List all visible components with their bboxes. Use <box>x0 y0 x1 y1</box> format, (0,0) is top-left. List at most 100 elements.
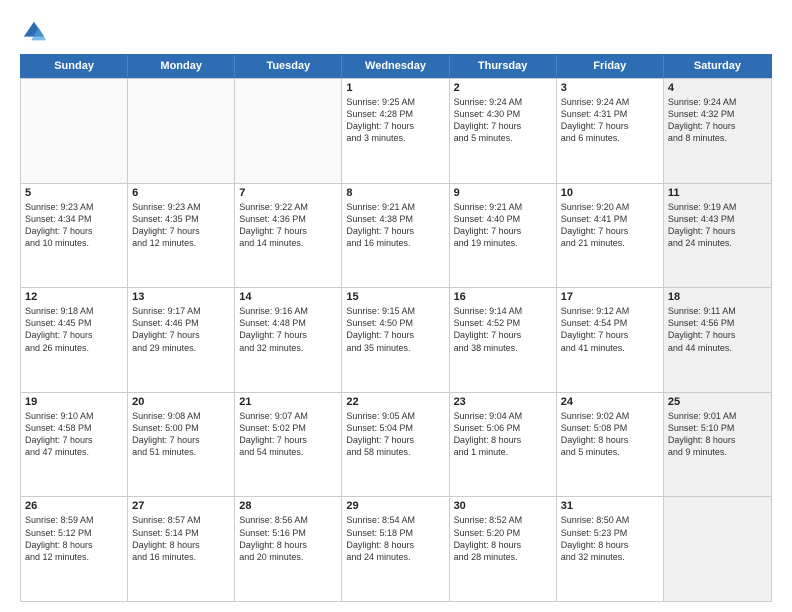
calendar-header-row: SundayMondayTuesdayWednesdayThursdayFrid… <box>20 54 772 78</box>
calendar-day-empty <box>21 79 128 183</box>
calendar-day-18: 18Sunrise: 9:11 AM Sunset: 4:56 PM Dayli… <box>664 288 771 392</box>
day-content: Sunrise: 8:54 AM Sunset: 5:18 PM Dayligh… <box>346 514 444 563</box>
day-number: 28 <box>239 500 337 512</box>
logo-icon <box>20 18 48 46</box>
page: SundayMondayTuesdayWednesdayThursdayFrid… <box>0 0 792 612</box>
day-content: Sunrise: 9:16 AM Sunset: 4:48 PM Dayligh… <box>239 305 337 354</box>
calendar-week-2: 5 Sunrise: 9:23 AM Sunset: 4:34 PM Daylig… <box>21 183 771 288</box>
calendar-day-5: 5 Sunrise: 9:23 AM Sunset: 4:34 PM Daylig… <box>21 184 128 288</box>
calendar-day-22: 22 Sunrise: 9:05 AM Sunset: 5:04 PM Dayli… <box>342 393 449 497</box>
day-content: Sunrise: 9:02 AM Sunset: 5:08 PM Dayligh… <box>561 410 659 459</box>
calendar-week-1: 1Sunrise: 9:25 AM Sunset: 4:28 PM Daylig… <box>21 78 771 183</box>
day-content: Sunrise: 9:05 AM Sunset: 5:04 PM Dayligh… <box>346 410 444 459</box>
day-content: Sunrise: 8:57 AM Sunset: 5:14 PM Dayligh… <box>132 514 230 563</box>
day-content: Sunrise: 9:18 AM Sunset: 4:45 PM Dayligh… <box>25 305 123 354</box>
day-number: 15 <box>346 291 444 303</box>
day-number: 7 <box>239 187 337 199</box>
day-content: Sunrise: 9:24 AM Sunset: 4:31 PM Dayligh… <box>561 96 659 145</box>
day-number: 5 <box>25 187 123 199</box>
calendar-day-23: 23Sunrise: 9:04 AM Sunset: 5:06 PM Dayli… <box>450 393 557 497</box>
calendar-day-30: 30 Sunrise: 8:52 AM Sunset: 5:20 PM Dayli… <box>450 497 557 601</box>
day-number: 3 <box>561 82 659 94</box>
calendar-day-26: 26 Sunrise: 8:59 AM Sunset: 5:12 PM Dayli… <box>21 497 128 601</box>
calendar-day-21: 21Sunrise: 9:07 AM Sunset: 5:02 PM Dayli… <box>235 393 342 497</box>
day-number: 4 <box>668 82 767 94</box>
day-content: Sunrise: 9:10 AM Sunset: 4:58 PM Dayligh… <box>25 410 123 459</box>
calendar-week-4: 19 Sunrise: 9:10 AM Sunset: 4:58 PM Dayli… <box>21 392 771 497</box>
calendar-day-3: 3 Sunrise: 9:24 AM Sunset: 4:31 PM Daylig… <box>557 79 664 183</box>
day-content: Sunrise: 9:01 AM Sunset: 5:10 PM Dayligh… <box>668 410 767 459</box>
day-content: Sunrise: 9:21 AM Sunset: 4:40 PM Dayligh… <box>454 201 552 250</box>
header <box>20 18 772 46</box>
calendar-day-11: 11Sunrise: 9:19 AM Sunset: 4:43 PM Dayli… <box>664 184 771 288</box>
header-day-saturday: Saturday <box>664 55 771 77</box>
day-content: Sunrise: 9:14 AM Sunset: 4:52 PM Dayligh… <box>454 305 552 354</box>
calendar-week-5: 26 Sunrise: 8:59 AM Sunset: 5:12 PM Dayli… <box>21 496 771 601</box>
calendar-day-16: 16 Sunrise: 9:14 AM Sunset: 4:52 PM Dayli… <box>450 288 557 392</box>
day-number: 31 <box>561 500 659 512</box>
header-day-thursday: Thursday <box>450 55 557 77</box>
calendar-day-8: 8 Sunrise: 9:21 AM Sunset: 4:38 PM Daylig… <box>342 184 449 288</box>
calendar-day-14: 14 Sunrise: 9:16 AM Sunset: 4:48 PM Dayli… <box>235 288 342 392</box>
logo <box>20 18 52 46</box>
day-number: 27 <box>132 500 230 512</box>
calendar-day-31: 31 Sunrise: 8:50 AM Sunset: 5:23 PM Dayli… <box>557 497 664 601</box>
calendar-day-15: 15Sunrise: 9:15 AM Sunset: 4:50 PM Dayli… <box>342 288 449 392</box>
calendar-week-3: 12 Sunrise: 9:18 AM Sunset: 4:45 PM Dayli… <box>21 287 771 392</box>
calendar-body: 1Sunrise: 9:25 AM Sunset: 4:28 PM Daylig… <box>20 78 772 602</box>
calendar-day-19: 19 Sunrise: 9:10 AM Sunset: 4:58 PM Dayli… <box>21 393 128 497</box>
day-content: Sunrise: 9:23 AM Sunset: 4:34 PM Dayligh… <box>25 201 123 250</box>
day-content: Sunrise: 8:52 AM Sunset: 5:20 PM Dayligh… <box>454 514 552 563</box>
day-content: Sunrise: 9:12 AM Sunset: 4:54 PM Dayligh… <box>561 305 659 354</box>
day-number: 10 <box>561 187 659 199</box>
calendar-day-4: 4 Sunrise: 9:24 AM Sunset: 4:32 PM Daylig… <box>664 79 771 183</box>
calendar-day-25: 25 Sunrise: 9:01 AM Sunset: 5:10 PM Dayli… <box>664 393 771 497</box>
day-number: 26 <box>25 500 123 512</box>
header-day-friday: Friday <box>557 55 664 77</box>
header-day-wednesday: Wednesday <box>342 55 449 77</box>
header-day-sunday: Sunday <box>21 55 128 77</box>
day-number: 22 <box>346 396 444 408</box>
day-content: Sunrise: 9:22 AM Sunset: 4:36 PM Dayligh… <box>239 201 337 250</box>
calendar-day-9: 9 Sunrise: 9:21 AM Sunset: 4:40 PM Daylig… <box>450 184 557 288</box>
header-day-monday: Monday <box>128 55 235 77</box>
day-number: 9 <box>454 187 552 199</box>
day-number: 24 <box>561 396 659 408</box>
day-number: 25 <box>668 396 767 408</box>
header-day-tuesday: Tuesday <box>235 55 342 77</box>
calendar-day-20: 20 Sunrise: 9:08 AM Sunset: 5:00 PM Dayli… <box>128 393 235 497</box>
calendar-day-7: 7 Sunrise: 9:22 AM Sunset: 4:36 PM Daylig… <box>235 184 342 288</box>
day-number: 23 <box>454 396 552 408</box>
calendar-day-24: 24 Sunrise: 9:02 AM Sunset: 5:08 PM Dayli… <box>557 393 664 497</box>
day-content: Sunrise: 8:56 AM Sunset: 5:16 PM Dayligh… <box>239 514 337 563</box>
calendar-day-29: 29Sunrise: 8:54 AM Sunset: 5:18 PM Dayli… <box>342 497 449 601</box>
day-number: 8 <box>346 187 444 199</box>
calendar-day-27: 27 Sunrise: 8:57 AM Sunset: 5:14 PM Dayli… <box>128 497 235 601</box>
day-number: 17 <box>561 291 659 303</box>
day-content: Sunrise: 9:25 AM Sunset: 4:28 PM Dayligh… <box>346 96 444 145</box>
day-number: 20 <box>132 396 230 408</box>
calendar-day-10: 10Sunrise: 9:20 AM Sunset: 4:41 PM Dayli… <box>557 184 664 288</box>
calendar-day-17: 17 Sunrise: 9:12 AM Sunset: 4:54 PM Dayli… <box>557 288 664 392</box>
day-content: Sunrise: 9:24 AM Sunset: 4:30 PM Dayligh… <box>454 96 552 145</box>
calendar-day-1: 1Sunrise: 9:25 AM Sunset: 4:28 PM Daylig… <box>342 79 449 183</box>
day-number: 16 <box>454 291 552 303</box>
day-number: 21 <box>239 396 337 408</box>
day-content: Sunrise: 8:59 AM Sunset: 5:12 PM Dayligh… <box>25 514 123 563</box>
day-number: 30 <box>454 500 552 512</box>
day-number: 19 <box>25 396 123 408</box>
day-content: Sunrise: 9:24 AM Sunset: 4:32 PM Dayligh… <box>668 96 767 145</box>
day-number: 12 <box>25 291 123 303</box>
calendar-day-empty <box>235 79 342 183</box>
day-content: Sunrise: 9:08 AM Sunset: 5:00 PM Dayligh… <box>132 410 230 459</box>
day-number: 2 <box>454 82 552 94</box>
calendar: SundayMondayTuesdayWednesdayThursdayFrid… <box>20 54 772 602</box>
day-content: Sunrise: 9:17 AM Sunset: 4:46 PM Dayligh… <box>132 305 230 354</box>
day-content: Sunrise: 8:50 AM Sunset: 5:23 PM Dayligh… <box>561 514 659 563</box>
day-content: Sunrise: 9:19 AM Sunset: 4:43 PM Dayligh… <box>668 201 767 250</box>
day-content: Sunrise: 9:21 AM Sunset: 4:38 PM Dayligh… <box>346 201 444 250</box>
calendar-day-13: 13Sunrise: 9:17 AM Sunset: 4:46 PM Dayli… <box>128 288 235 392</box>
day-content: Sunrise: 9:23 AM Sunset: 4:35 PM Dayligh… <box>132 201 230 250</box>
day-number: 18 <box>668 291 767 303</box>
day-number: 14 <box>239 291 337 303</box>
